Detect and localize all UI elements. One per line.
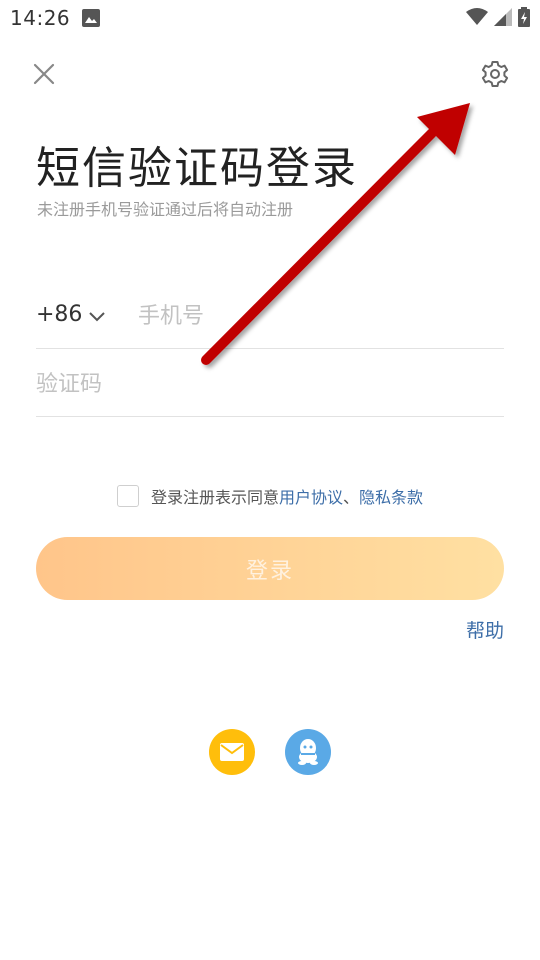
help-link[interactable]: 帮助 — [466, 616, 504, 643]
login-button[interactable]: 登录 — [36, 537, 504, 600]
status-time: 14:26 — [10, 6, 71, 30]
page-title: 短信验证码登录 — [36, 143, 358, 194]
verification-code-input[interactable] — [36, 368, 496, 400]
wifi-icon — [466, 8, 488, 30]
agreement-separator: 、 — [343, 488, 360, 507]
qq-icon — [298, 739, 318, 765]
settings-button[interactable] — [479, 58, 511, 90]
agreement-row: 登录注册表示同意 用户协议 、 隐私条款 — [0, 484, 540, 508]
mail-login-button[interactable] — [209, 729, 255, 775]
page-subtitle: 未注册手机号验证通过后将自动注册 — [37, 200, 294, 219]
agreement-text: 登录注册表示同意 — [150, 488, 279, 507]
user-agreement-link[interactable]: 用户协议 — [279, 484, 343, 508]
close-icon — [33, 63, 55, 85]
status-icons — [466, 7, 530, 31]
country-code-selector[interactable]: +86 — [36, 302, 82, 327]
image-notification-icon — [82, 9, 100, 31]
cell-signal-icon — [494, 8, 512, 30]
qq-login-button[interactable] — [285, 729, 331, 775]
status-bar: 14:26 — [0, 0, 540, 36]
phone-input[interactable] — [138, 300, 498, 332]
close-button[interactable] — [30, 60, 58, 88]
phone-row: +86 — [36, 288, 504, 349]
verification-code-row — [36, 356, 504, 417]
chevron-down-icon[interactable] — [88, 308, 106, 327]
gear-icon — [481, 61, 509, 87]
privacy-policy-link[interactable]: 隐私条款 — [359, 484, 423, 508]
social-login-row — [0, 729, 540, 775]
battery-icon — [518, 7, 530, 31]
mail-icon — [220, 743, 244, 761]
login-button-label: 登录 — [245, 558, 294, 584]
agreement-checkbox[interactable] — [116, 485, 139, 507]
